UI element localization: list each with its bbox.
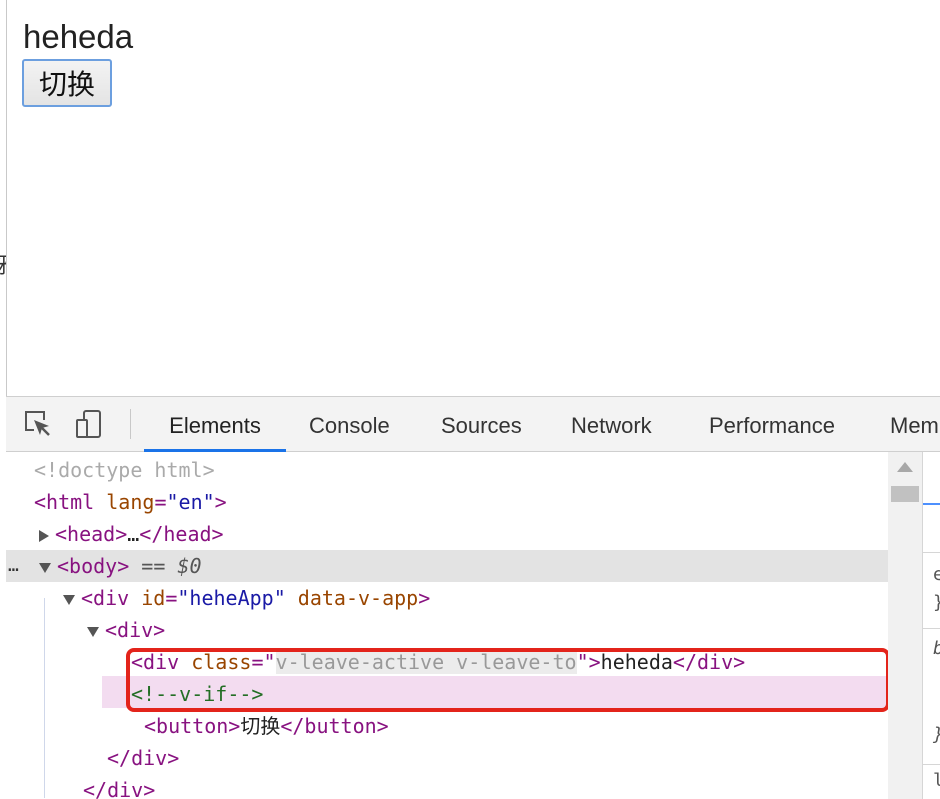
vertical-scrollbar[interactable] [888, 452, 922, 799]
toolbar-divider [130, 409, 131, 439]
panel-divider [923, 552, 940, 553]
dom-row-button[interactable]: <button>切换</button> [6, 710, 888, 742]
tab-elements[interactable]: Elements [144, 397, 286, 452]
div-close-tag: </div> [83, 778, 156, 799]
dom-row-app[interactable]: <div id="heheApp" data-v-app> [6, 582, 888, 614]
comment-node: <!--v-if--> [131, 682, 264, 706]
div-tag: <div [81, 586, 130, 610]
collapse-arrow-icon[interactable] [39, 562, 51, 573]
more-actions-icon[interactable]: … [8, 550, 19, 582]
panel-text: } [933, 592, 940, 613]
dom-row-doctype[interactable]: <!doctype html> [6, 454, 888, 486]
panel-text: } [933, 724, 940, 745]
attr-name: id [141, 586, 166, 610]
panel-text: e [933, 564, 940, 585]
tab-memory[interactable]: Mem [890, 397, 940, 451]
tag-bracket: > [214, 490, 227, 514]
panel-divider [923, 764, 940, 765]
attr-name: class [191, 650, 252, 674]
div-tag: <div> [105, 618, 166, 642]
side-panel-tab-indicator [923, 503, 940, 505]
dom-row-head[interactable]: <head>…</head> [6, 518, 888, 550]
dom-row-html[interactable]: <html lang="en"> [6, 486, 888, 518]
body-tag: <body> [57, 554, 130, 578]
device-toolbar-icon[interactable] [74, 409, 104, 439]
text-node: heheda [600, 650, 673, 674]
scroll-thumb[interactable] [891, 486, 919, 502]
panel-divider [923, 628, 940, 629]
dom-tree: <!doctype html> <html lang="en"> <head>…… [6, 452, 888, 799]
collapsed-ellipsis: … [127, 522, 140, 546]
scroll-up-icon[interactable] [897, 462, 913, 472]
collapse-arrow-icon[interactable] [63, 594, 75, 605]
head-tag: <head> [55, 522, 128, 546]
page-viewport: heheda 切换 雅 [0, 0, 940, 396]
toggle-button[interactable]: 切换 [22, 59, 112, 107]
button-close-tag: </button> [280, 714, 389, 738]
class-value: v-leave-active v-leave-to [275, 650, 577, 674]
tab-network[interactable]: Network [571, 397, 652, 451]
attr-name: lang [106, 490, 155, 514]
devtools-toolbar: Elements Console Sources Network Perform… [6, 397, 940, 452]
tab-console[interactable]: Console [309, 397, 390, 451]
panel-text: l [933, 770, 940, 791]
devtools-panel: Elements Console Sources Network Perform… [6, 396, 940, 799]
tab-sources[interactable]: Sources [441, 397, 522, 451]
attr-name: data-v-app [297, 586, 419, 610]
styles-side-panel: e } b } l [922, 452, 940, 799]
div-tag: <div [131, 650, 180, 674]
html-tag: <html [34, 490, 95, 514]
page-heading: heheda [23, 18, 134, 55]
panel-text: b [933, 638, 940, 659]
dom-row-comment[interactable]: <!--v-if--> [6, 678, 888, 710]
dom-row-div[interactable]: <div> [6, 614, 888, 646]
div-close-tag: </div> [672, 650, 746, 674]
doctype-node: <!doctype html> [34, 458, 215, 482]
button-tag: <button> [144, 714, 241, 738]
dom-row-body[interactable]: … <body> == $0 [6, 550, 888, 582]
tab-performance[interactable]: Performance [709, 397, 835, 451]
collapse-arrow-icon[interactable] [87, 626, 99, 637]
dom-row-div-close[interactable]: </div> [6, 774, 888, 799]
dom-row-leaving-div[interactable]: <div class="v-leave-active v-leave-to">h… [6, 646, 888, 678]
attr-value: "en" [166, 490, 215, 514]
attr-value: "heheApp" [177, 586, 286, 610]
text-node: 切换 [240, 714, 281, 738]
expand-arrow-icon[interactable] [39, 529, 49, 542]
dom-row-div-close[interactable]: </div> [6, 742, 888, 774]
selected-node-indicator: == $0 [129, 554, 202, 578]
inspect-element-icon[interactable] [23, 409, 53, 439]
head-close-tag: </head> [139, 522, 224, 546]
div-close-tag: </div> [107, 746, 180, 770]
tag-bracket: > [418, 586, 431, 610]
